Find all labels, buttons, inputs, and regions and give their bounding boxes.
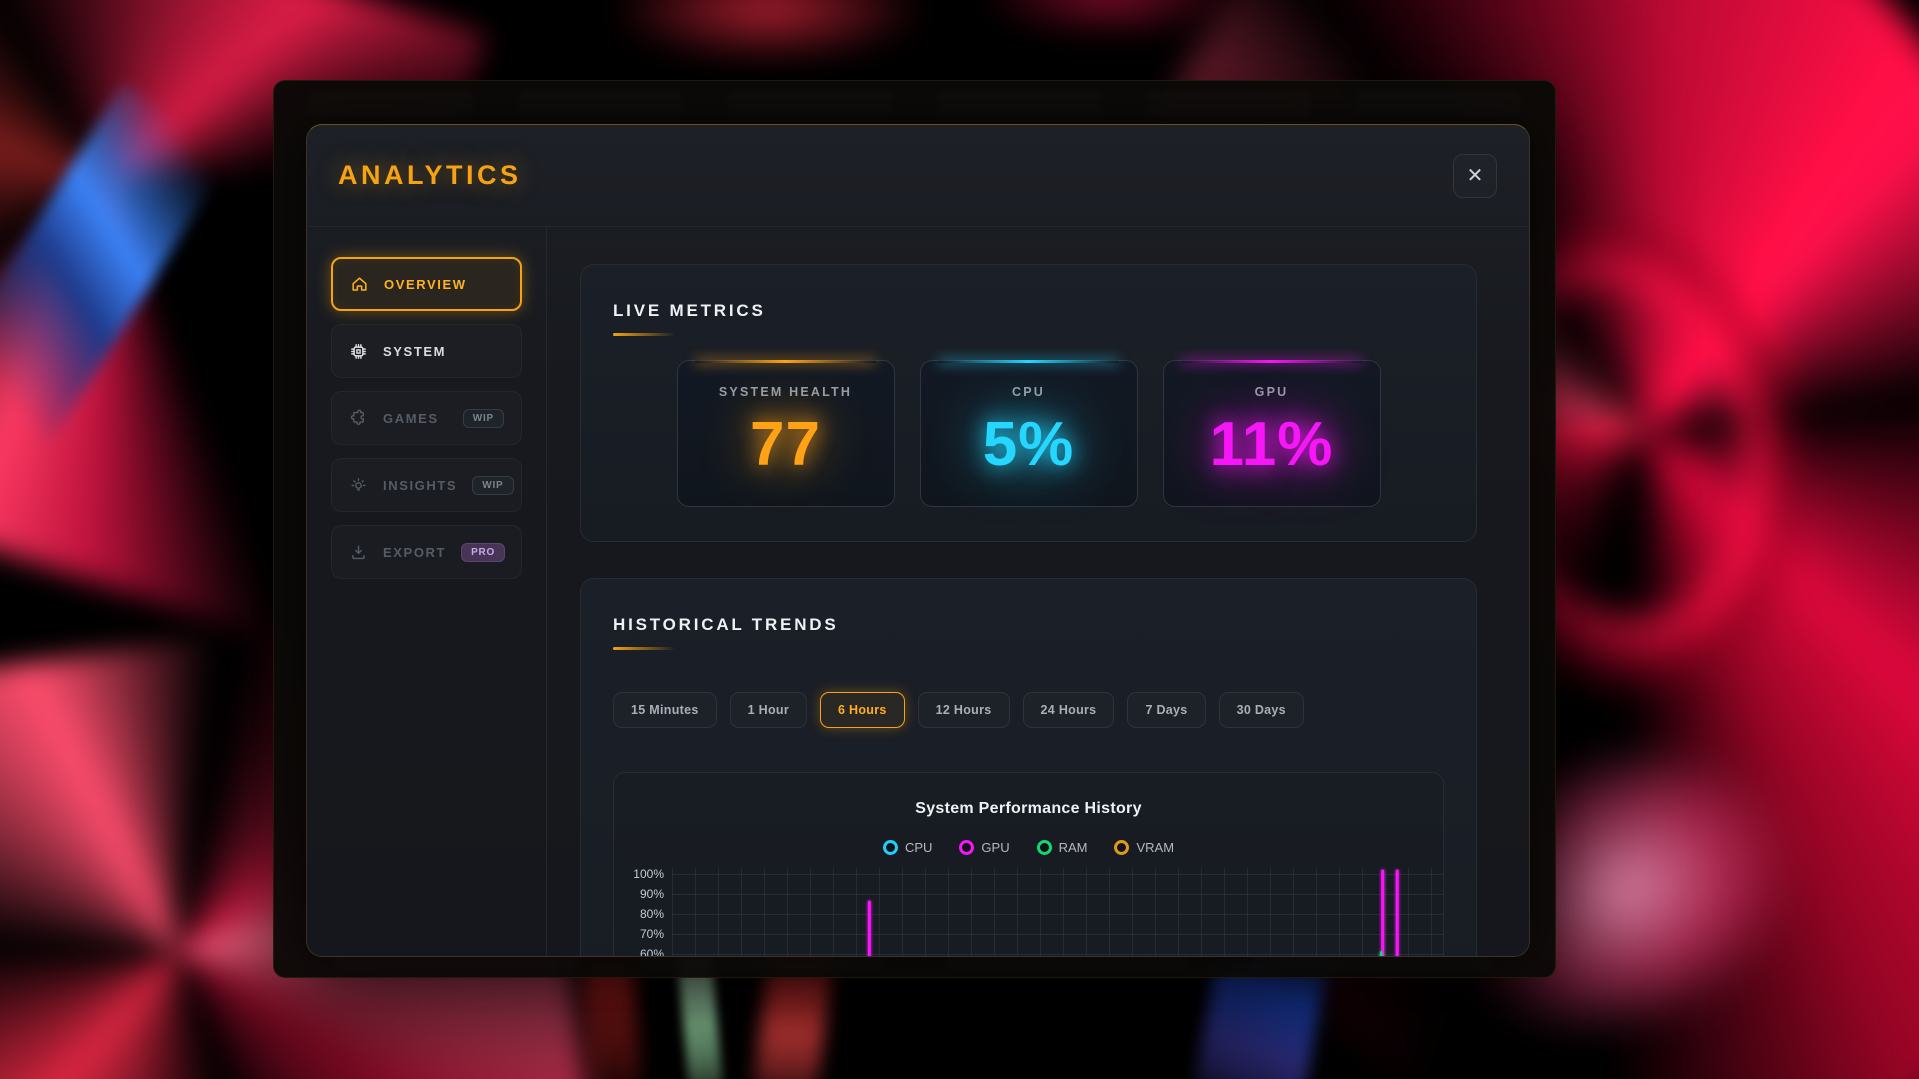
metric-card-row: SYSTEM HEALTH 77 CPU 5% GPU 11% bbox=[613, 360, 1444, 507]
legend-item-gpu[interactable]: GPU bbox=[959, 840, 1009, 855]
ram-legend-ring-icon bbox=[1037, 840, 1052, 855]
page-title: ANALYTICS bbox=[338, 160, 522, 191]
sidebar-item-system[interactable]: SYSTEM bbox=[331, 324, 522, 378]
performance-chart-card: System Performance History CPU GPU bbox=[613, 772, 1444, 957]
sidebar-item-insights[interactable]: INSIGHTS WIP bbox=[331, 458, 522, 512]
chart-title: System Performance History bbox=[614, 800, 1443, 818]
puzzle-icon bbox=[349, 409, 368, 428]
y-axis-tick: 70% bbox=[640, 927, 664, 941]
sidebar-item-label: EXPORT bbox=[383, 545, 446, 560]
metric-card-cpu: CPU 5% bbox=[920, 360, 1138, 507]
sidebar-item-label: GAMES bbox=[383, 411, 439, 426]
legend-item-cpu[interactable]: CPU bbox=[883, 840, 932, 855]
home-icon bbox=[350, 275, 369, 294]
live-metrics-section: LIVE METRICS SYSTEM HEALTH 77 CPU 5% bbox=[580, 264, 1477, 542]
gpu-legend-ring-icon bbox=[959, 840, 974, 855]
sidebar-item-label: OVERVIEW bbox=[384, 277, 467, 292]
pro-badge: PRO bbox=[461, 543, 505, 562]
time-range-selector: 15 Minutes 1 Hour 6 Hours 12 Hours 24 Ho… bbox=[613, 692, 1444, 728]
sidebar-item-export[interactable]: EXPORT PRO bbox=[331, 525, 522, 579]
chart-canvas bbox=[672, 868, 1443, 957]
wip-badge: WIP bbox=[472, 476, 513, 495]
dashboard-header: ANALYTICS ✕ bbox=[307, 125, 1529, 227]
cpu-legend-ring-icon bbox=[883, 840, 898, 855]
live-metrics-heading: LIVE METRICS bbox=[613, 301, 1444, 321]
range-button-15-minutes[interactable]: 15 Minutes bbox=[613, 692, 717, 728]
range-button-7-days[interactable]: 7 Days bbox=[1127, 692, 1205, 728]
analytics-overlay-panel: ANALYTICS ✕ OVERVIEW SYSTEM GAMES WIP bbox=[273, 80, 1556, 978]
background-blue-streak bbox=[0, 83, 234, 457]
metric-card-gpu: GPU 11% bbox=[1163, 360, 1381, 507]
chart-legend: CPU GPU RAM bbox=[614, 840, 1443, 855]
heading-underline bbox=[613, 647, 675, 650]
range-button-24-hours[interactable]: 24 Hours bbox=[1023, 692, 1115, 728]
blurred-toolbar-ghost bbox=[308, 90, 1521, 116]
background-red-glow bbox=[540, 0, 1300, 90]
chip-icon bbox=[349, 342, 368, 361]
metric-label: GPU bbox=[1164, 385, 1380, 399]
range-button-30-days[interactable]: 30 Days bbox=[1219, 692, 1304, 728]
metric-card-system-health: SYSTEM HEALTH 77 bbox=[677, 360, 895, 507]
range-button-6-hours[interactable]: 6 Hours bbox=[820, 692, 905, 728]
heading-underline bbox=[613, 333, 675, 336]
historical-trends-section: HISTORICAL TRENDS 15 Minutes 1 Hour 6 Ho… bbox=[580, 578, 1477, 957]
close-icon: ✕ bbox=[1467, 165, 1484, 187]
metric-label: SYSTEM HEALTH bbox=[678, 385, 894, 399]
sidebar-item-label: SYSTEM bbox=[383, 344, 446, 359]
sidebar: OVERVIEW SYSTEM GAMES WIP INSIGHTS WIP bbox=[307, 227, 547, 957]
metric-value: 11% bbox=[1164, 409, 1380, 480]
metric-value: 5% bbox=[921, 409, 1137, 480]
bulb-icon bbox=[349, 476, 368, 495]
range-button-1-hour[interactable]: 1 Hour bbox=[730, 692, 807, 728]
card-accent-bar bbox=[938, 360, 1119, 363]
sidebar-item-overview[interactable]: OVERVIEW bbox=[331, 257, 522, 311]
range-button-12-hours[interactable]: 12 Hours bbox=[918, 692, 1010, 728]
close-button[interactable]: ✕ bbox=[1453, 154, 1497, 198]
chart-plot-area: 100% 90% 80% 70% 60% bbox=[614, 868, 1443, 957]
y-axis-tick: 80% bbox=[640, 907, 664, 921]
card-accent-bar bbox=[695, 360, 876, 363]
vram-legend-ring-icon bbox=[1114, 840, 1129, 855]
download-icon bbox=[349, 543, 368, 562]
historical-trends-heading: HISTORICAL TRENDS bbox=[613, 615, 1444, 635]
metric-label: CPU bbox=[921, 385, 1137, 399]
wip-badge: WIP bbox=[463, 409, 504, 428]
sidebar-item-label: INSIGHTS bbox=[383, 478, 457, 493]
metric-value: 77 bbox=[678, 409, 894, 480]
card-accent-bar bbox=[1181, 360, 1362, 363]
legend-item-ram[interactable]: RAM bbox=[1037, 840, 1088, 855]
y-axis-tick: 100% bbox=[633, 867, 664, 881]
analytics-dashboard: ANALYTICS ✕ OVERVIEW SYSTEM GAMES WIP bbox=[306, 124, 1530, 957]
legend-item-vram[interactable]: VRAM bbox=[1114, 840, 1174, 855]
y-axis-tick: 90% bbox=[640, 887, 664, 901]
y-axis-tick: 60% bbox=[640, 947, 664, 957]
sidebar-item-games[interactable]: GAMES WIP bbox=[331, 391, 522, 445]
main-content: LIVE METRICS SYSTEM HEALTH 77 CPU 5% bbox=[547, 227, 1529, 957]
